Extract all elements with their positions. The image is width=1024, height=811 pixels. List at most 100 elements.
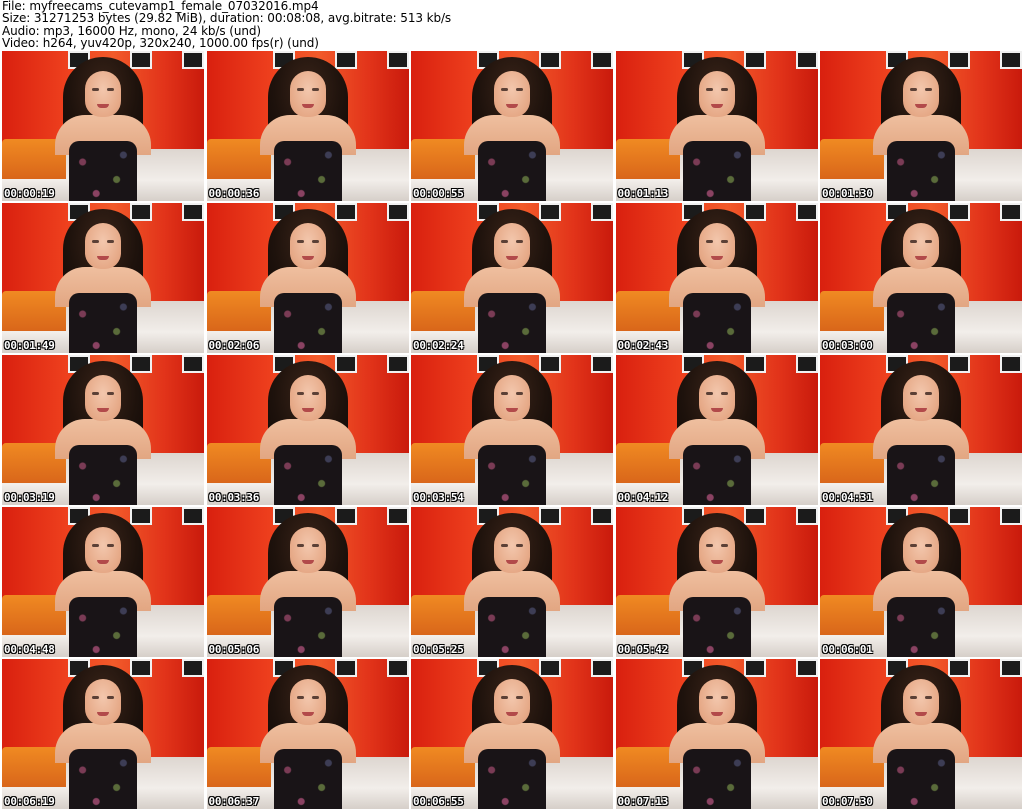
face bbox=[494, 527, 530, 573]
video-thumbnail: 00:01:30 bbox=[820, 51, 1022, 201]
face bbox=[903, 679, 939, 725]
mouth bbox=[301, 256, 314, 260]
face bbox=[903, 375, 939, 421]
face bbox=[85, 71, 121, 117]
thumbnail-timestamp: 00:03:36 bbox=[208, 491, 260, 504]
wall-frame bbox=[182, 51, 204, 69]
face bbox=[903, 527, 939, 573]
eye bbox=[296, 88, 304, 91]
video-thumbnail: 00:02:24 bbox=[411, 203, 613, 353]
mouth bbox=[710, 712, 723, 716]
wall-frame bbox=[182, 507, 204, 525]
video-thumbnail: 00:03:00 bbox=[820, 203, 1022, 353]
floral-dress bbox=[478, 141, 546, 201]
video-thumbnail: 00:03:54 bbox=[411, 355, 613, 505]
video-thumbnail: 00:07:30 bbox=[820, 659, 1022, 809]
eye bbox=[705, 544, 713, 547]
eye bbox=[107, 696, 114, 699]
face bbox=[494, 679, 530, 725]
face bbox=[289, 527, 326, 573]
eye bbox=[501, 88, 508, 91]
thumbnail-timestamp: 00:07:13 bbox=[617, 795, 669, 808]
eye bbox=[720, 88, 728, 91]
floral-dress bbox=[682, 749, 751, 809]
mouth bbox=[710, 256, 723, 260]
video-thumbnail: 00:02:43 bbox=[615, 203, 818, 353]
wall-frame bbox=[1000, 203, 1022, 221]
face bbox=[494, 223, 530, 269]
thumbnail-timestamp: 00:01:13 bbox=[617, 187, 669, 200]
face bbox=[289, 679, 326, 725]
floral-dress bbox=[69, 445, 137, 505]
thumbnail-timestamp: 00:07:30 bbox=[822, 795, 873, 808]
eye bbox=[92, 544, 99, 547]
person-figure bbox=[259, 513, 356, 657]
person-figure bbox=[668, 361, 765, 505]
video-thumbnail: 00:00:19 bbox=[2, 51, 204, 201]
eye bbox=[107, 240, 114, 243]
mouth bbox=[506, 408, 518, 412]
mouth bbox=[915, 560, 927, 564]
wall-frame bbox=[795, 659, 818, 677]
face bbox=[289, 71, 326, 117]
wall-frame bbox=[386, 659, 409, 677]
video-thumbnail: 00:04:31 bbox=[820, 355, 1022, 505]
person-figure bbox=[464, 209, 560, 353]
thumbnail-timestamp: 00:05:42 bbox=[617, 643, 669, 656]
eye bbox=[311, 240, 319, 243]
wall-frame bbox=[386, 355, 409, 373]
wall-frame bbox=[591, 659, 613, 677]
eye bbox=[720, 544, 728, 547]
wall-frame bbox=[386, 507, 409, 525]
floral-dress bbox=[478, 749, 546, 809]
video-thumbnail: 00:06:55 bbox=[411, 659, 613, 809]
thumbnail-timestamp: 00:01:49 bbox=[4, 339, 55, 352]
mouth bbox=[506, 560, 518, 564]
floral-dress bbox=[273, 749, 342, 809]
floral-dress bbox=[682, 597, 751, 657]
eye bbox=[516, 696, 523, 699]
mouth bbox=[97, 560, 109, 564]
person-figure bbox=[259, 57, 356, 201]
floral-dress bbox=[887, 141, 955, 201]
face bbox=[903, 71, 939, 117]
mouth bbox=[97, 712, 109, 716]
person-figure bbox=[873, 665, 969, 809]
person-figure bbox=[464, 665, 560, 809]
floral-dress bbox=[682, 293, 751, 353]
mouth bbox=[97, 104, 109, 108]
wall-frame bbox=[182, 203, 204, 221]
eye bbox=[910, 240, 917, 243]
thumbnail-timestamp: 00:03:00 bbox=[822, 339, 873, 352]
eye bbox=[92, 88, 99, 91]
person-figure bbox=[55, 513, 151, 657]
video-info-line: Video: h264, yuv420p, 320x240, 1000.00 f… bbox=[2, 36, 319, 51]
floral-dress bbox=[273, 597, 342, 657]
eye bbox=[311, 544, 319, 547]
thumbnail-timestamp: 00:00:36 bbox=[208, 187, 260, 200]
video-thumbnail: 00:05:42 bbox=[615, 507, 818, 657]
thumbnail-timestamp: 00:04:31 bbox=[822, 491, 873, 504]
thumbnail-timestamp: 00:06:19 bbox=[4, 795, 55, 808]
eye bbox=[720, 696, 728, 699]
floral-dress bbox=[273, 445, 342, 505]
file-info-header: File: myfreecams_cutevamp1_female_070320… bbox=[2, 0, 1020, 50]
face bbox=[85, 375, 121, 421]
person-figure bbox=[873, 57, 969, 201]
eye bbox=[910, 544, 917, 547]
eye bbox=[705, 392, 713, 395]
floral-dress bbox=[887, 597, 955, 657]
mouth bbox=[506, 712, 518, 716]
mouth bbox=[301, 560, 314, 564]
floral-dress bbox=[887, 293, 955, 353]
face bbox=[85, 679, 121, 725]
person-figure bbox=[259, 665, 356, 809]
eye bbox=[516, 544, 523, 547]
floral-dress bbox=[682, 141, 751, 201]
thumbnail-timestamp: 00:06:01 bbox=[822, 643, 873, 656]
eye bbox=[720, 392, 728, 395]
video-thumbnail: 00:05:06 bbox=[206, 507, 409, 657]
thumbnail-timestamp: 00:06:37 bbox=[208, 795, 260, 808]
face bbox=[698, 527, 735, 573]
eye bbox=[296, 696, 304, 699]
